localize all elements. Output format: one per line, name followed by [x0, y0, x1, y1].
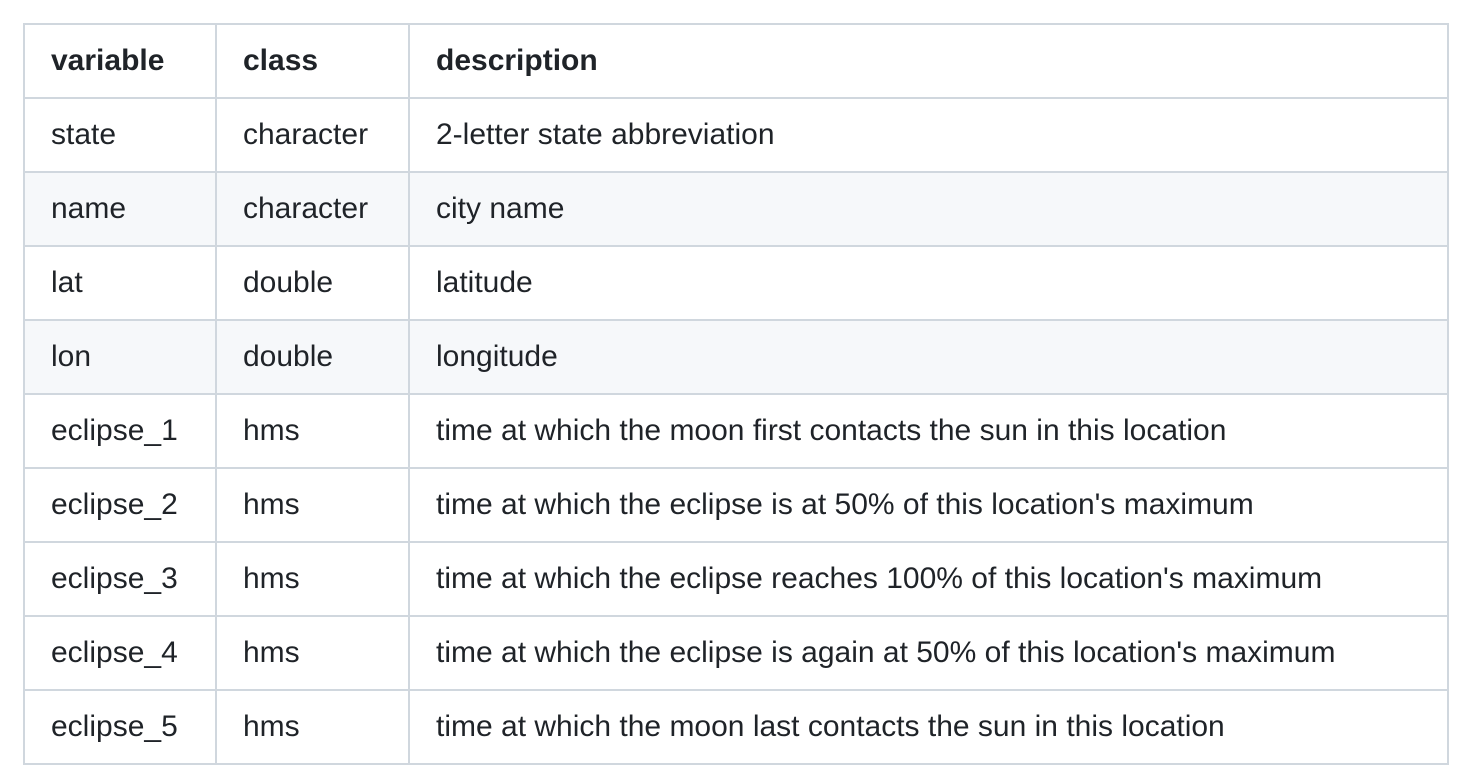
table-row: eclipse_3 hms time at which the eclipse …	[23, 541, 1449, 617]
cell-variable: eclipse_1	[23, 393, 217, 469]
cell-variable: eclipse_3	[23, 541, 217, 617]
cell-class: hms	[215, 393, 410, 469]
cell-class: character	[215, 97, 410, 173]
cell-class: hms	[215, 689, 410, 765]
cell-description: time at which the moon first contacts th…	[408, 393, 1449, 469]
cell-class: double	[215, 319, 410, 395]
table-row: eclipse_1 hms time at which the moon fir…	[23, 393, 1449, 469]
table-row: eclipse_4 hms time at which the eclipse …	[23, 615, 1449, 691]
cell-description: city name	[408, 171, 1449, 247]
cell-description: time at which the eclipse reaches 100% o…	[408, 541, 1449, 617]
cell-variable: state	[23, 97, 217, 173]
cell-variable: eclipse_5	[23, 689, 217, 765]
cell-variable: eclipse_4	[23, 615, 217, 691]
data-dictionary-table: variable class description state charact…	[23, 23, 1449, 765]
cell-class: hms	[215, 541, 410, 617]
cell-description: time at which the eclipse is again at 50…	[408, 615, 1449, 691]
cell-variable: lat	[23, 245, 217, 321]
cell-class: hms	[215, 615, 410, 691]
cell-class: double	[215, 245, 410, 321]
header-description: description	[408, 23, 1449, 99]
table-row: eclipse_2 hms time at which the eclipse …	[23, 467, 1449, 543]
data-dictionary-container: variable class description state charact…	[23, 23, 1449, 765]
header-variable: variable	[23, 23, 217, 99]
table-row: name character city name	[23, 171, 1449, 247]
table-row: eclipse_5 hms time at which the moon las…	[23, 689, 1449, 765]
cell-variable: name	[23, 171, 217, 247]
header-class: class	[215, 23, 410, 99]
table-row: state character 2-letter state abbreviat…	[23, 97, 1449, 173]
cell-class: character	[215, 171, 410, 247]
table-row: lon double longitude	[23, 319, 1449, 395]
cell-variable: eclipse_2	[23, 467, 217, 543]
cell-description: longitude	[408, 319, 1449, 395]
cell-variable: lon	[23, 319, 217, 395]
cell-description: time at which the eclipse is at 50% of t…	[408, 467, 1449, 543]
cell-description: 2-letter state abbreviation	[408, 97, 1449, 173]
table-row: lat double latitude	[23, 245, 1449, 321]
cell-class: hms	[215, 467, 410, 543]
cell-description: latitude	[408, 245, 1449, 321]
table-header-row: variable class description	[23, 23, 1449, 99]
cell-description: time at which the moon last contacts the…	[408, 689, 1449, 765]
